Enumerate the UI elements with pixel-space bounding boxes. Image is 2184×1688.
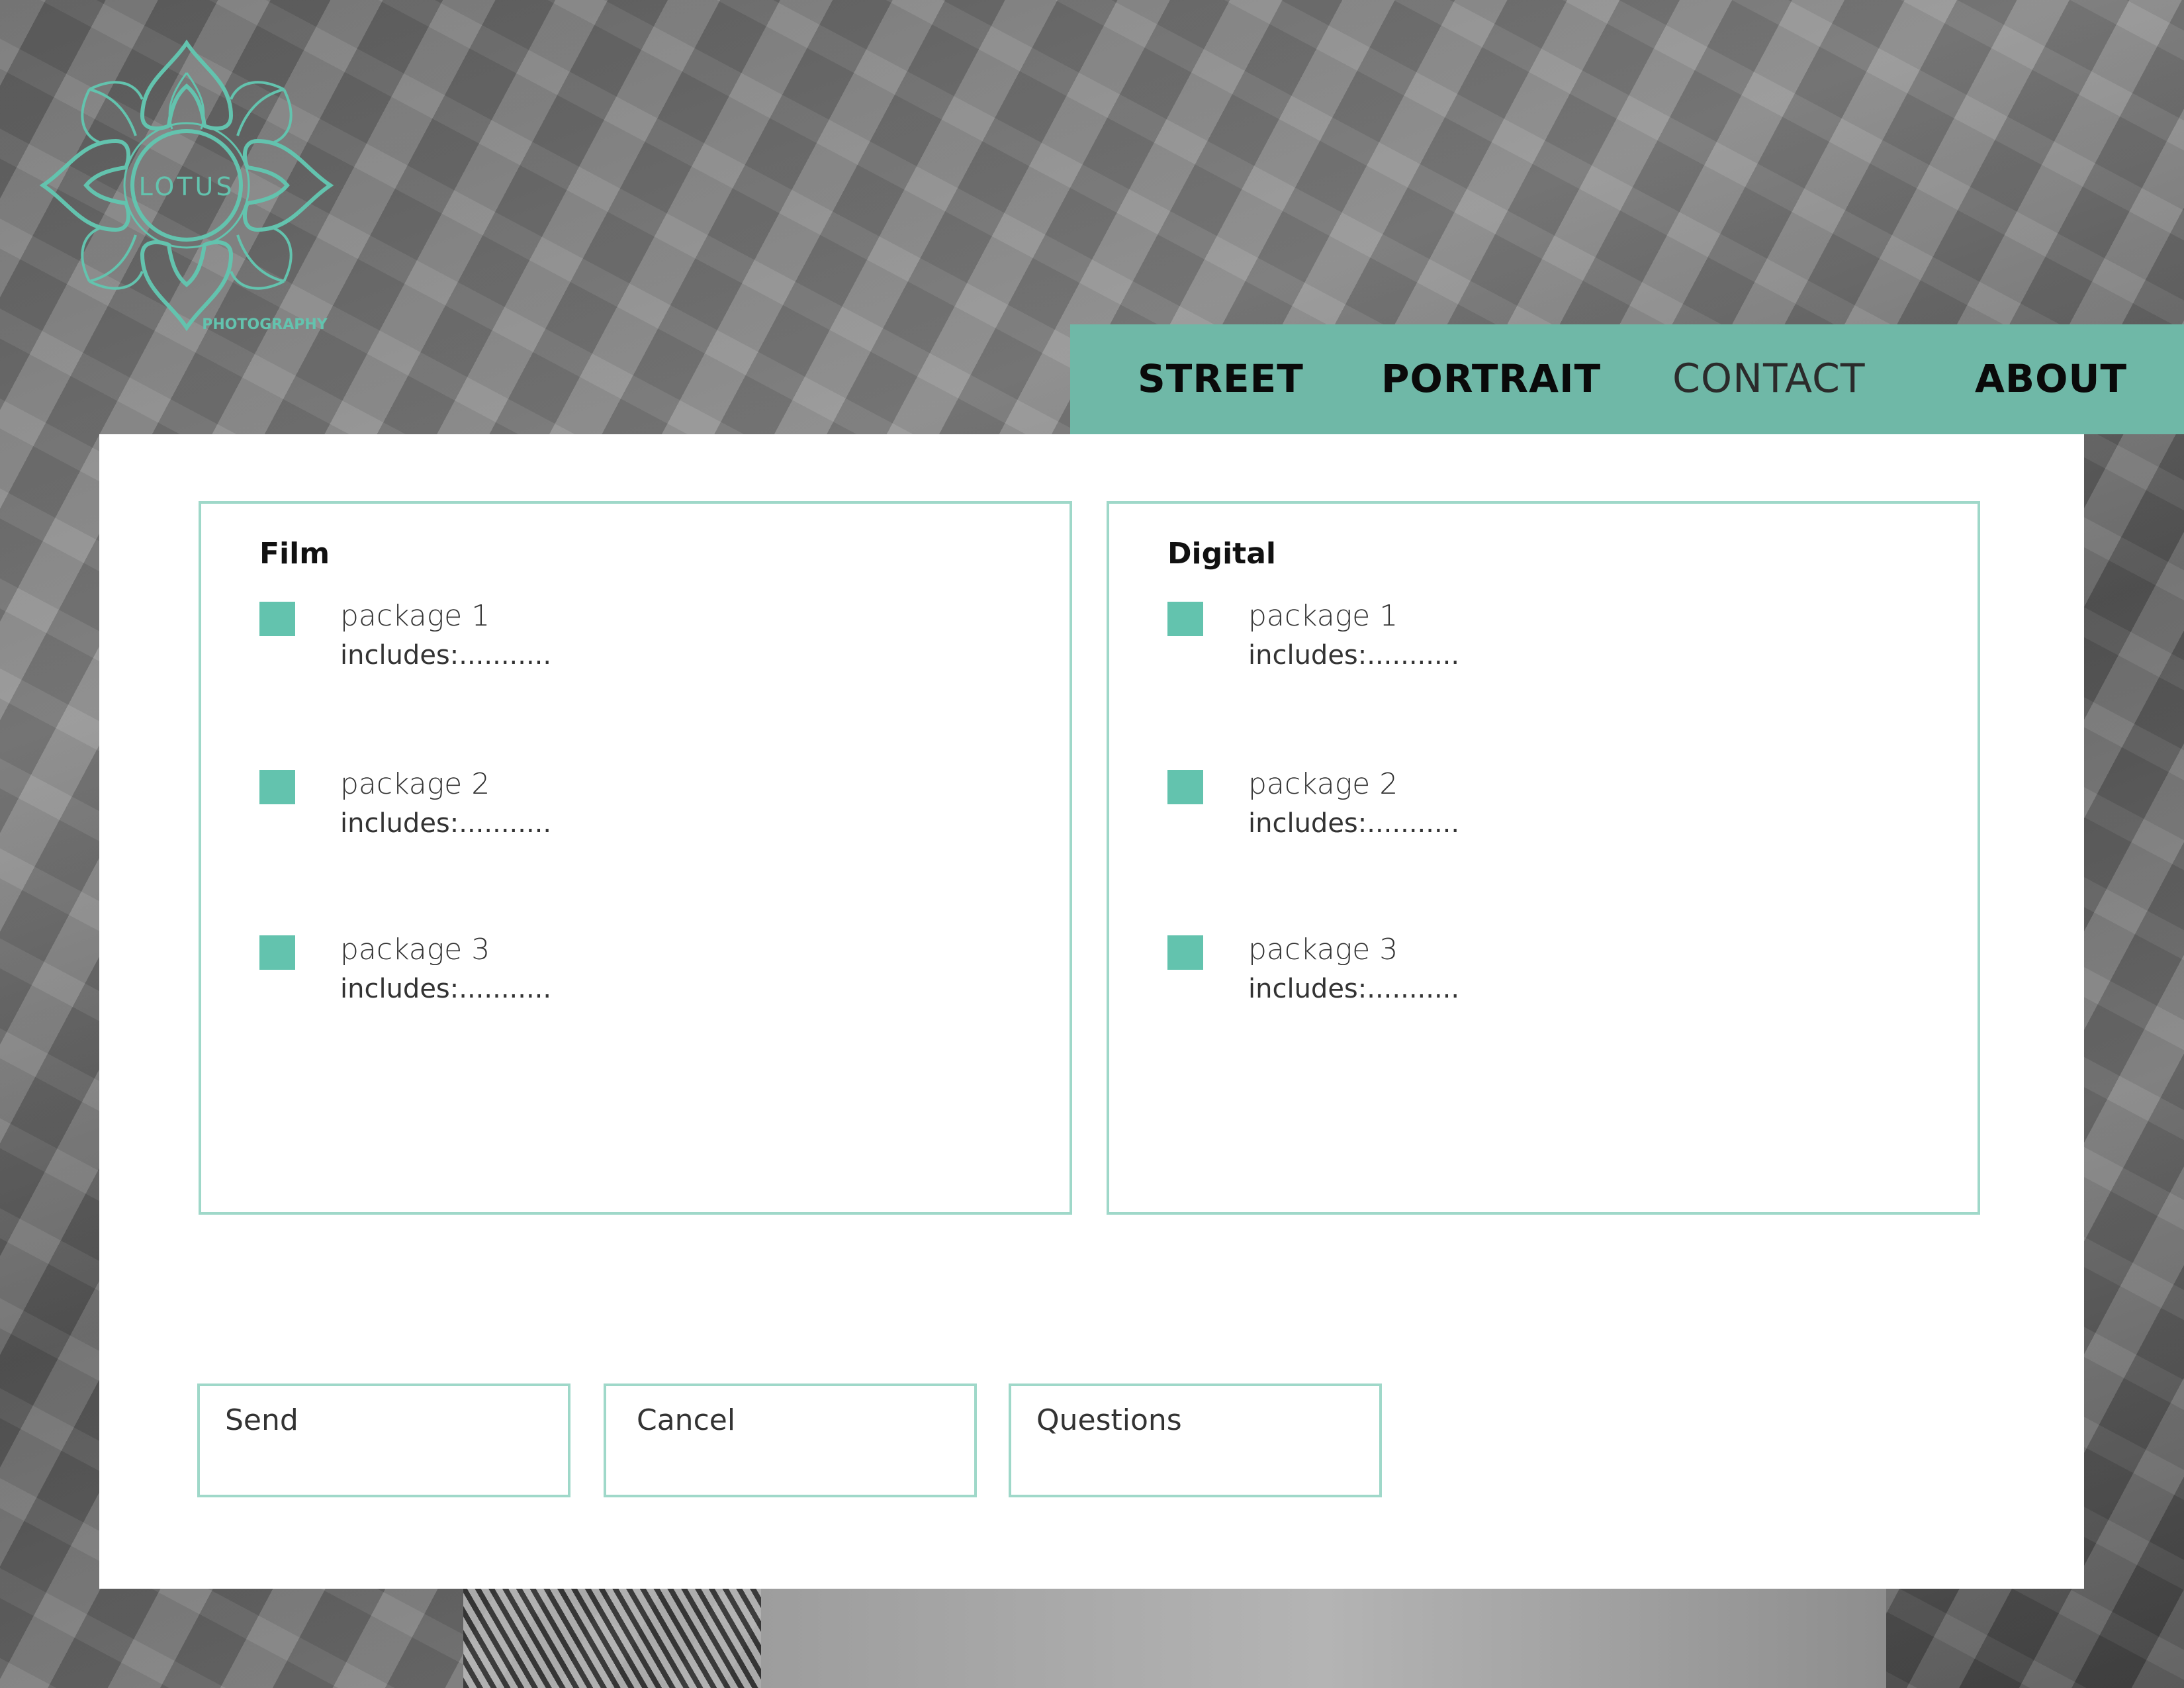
nav-contact[interactable]: CONTACT [1672,352,1866,405]
film-package-1: package 1 includes:........... [259,599,987,688]
package-includes: includes:........... [340,974,552,1004]
digital-package-2: package 2 includes:........... [1167,767,1895,856]
questions-button[interactable]: Questions [1009,1383,1382,1497]
digital-package-3: package 3 includes:........... [1167,933,1895,1021]
digital-package-1-checkbox[interactable] [1167,602,1203,636]
film-package-3: package 3 includes:........... [259,933,987,1021]
cancel-button-label: Cancel [637,1403,736,1437]
digital-title: Digital [1167,537,1276,571]
film-package-2-checkbox[interactable] [259,770,295,804]
cancel-button[interactable]: Cancel [604,1383,977,1497]
digital-package-3-checkbox[interactable] [1167,935,1203,970]
questions-button-label: Questions [1036,1403,1182,1437]
film-title: Film [259,537,330,571]
send-button[interactable]: Send [197,1383,570,1497]
background-wall-detail [761,1589,1886,1688]
digital-package-1: package 1 includes:........... [1167,599,1895,688]
booking-panel: Film package 1 includes:........... pack… [99,434,2084,1589]
nav-portrait[interactable]: PORTRAIT [1381,352,1601,405]
package-name: package 2 [340,767,490,801]
package-includes: includes:........... [1248,640,1460,671]
digital-packages-box: Digital package 1 includes:........... p… [1107,501,1980,1215]
logo-tagline: PHOTOGRAPHY [202,316,328,333]
nav-street[interactable]: STREET [1138,352,1304,405]
package-name: package 3 [340,933,490,966]
film-package-1-checkbox[interactable] [259,602,295,636]
background-mesh-detail [463,1589,768,1688]
package-name: package 1 [340,599,490,633]
package-name: package 1 [1248,599,1398,633]
lotus-flower-icon: LOTUS PHOTOGRAPHY [39,39,334,333]
send-button-label: Send [225,1403,298,1437]
film-packages-box: Film package 1 includes:........... pack… [199,501,1072,1215]
logo-name: LOTUS [139,172,235,201]
main-nav: STREET PORTRAIT CONTACT ABOUT [1070,324,2184,434]
film-package-2: package 2 includes:........... [259,767,987,856]
package-includes: includes:........... [340,640,552,671]
digital-package-2-checkbox[interactable] [1167,770,1203,804]
package-includes: includes:........... [1248,808,1460,839]
lotus-logo[interactable]: LOTUS PHOTOGRAPHY [36,36,341,334]
package-name: package 2 [1248,767,1398,801]
nav-about[interactable]: ABOUT [1975,352,2127,405]
package-name: package 3 [1248,933,1398,966]
package-includes: includes:........... [340,808,552,839]
package-includes: includes:........... [1248,974,1460,1004]
film-package-3-checkbox[interactable] [259,935,295,970]
